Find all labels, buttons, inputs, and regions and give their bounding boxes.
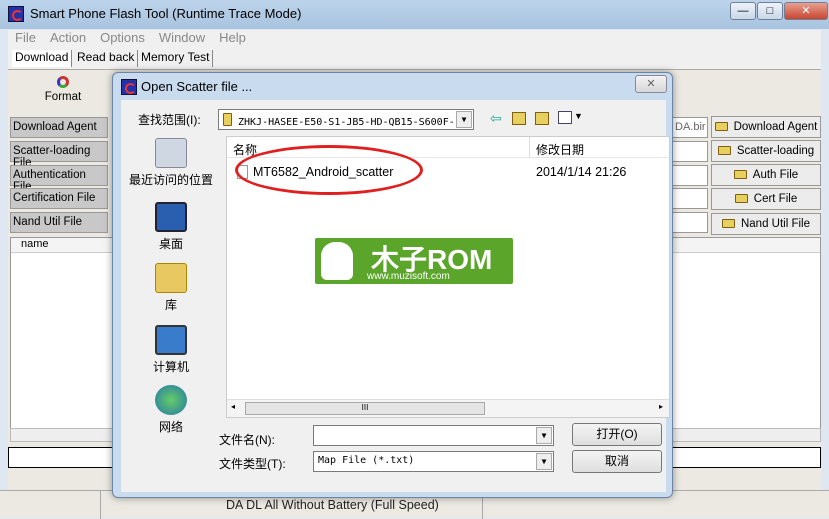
cancel-button[interactable]: 取消 [572,450,662,473]
app-icon [8,6,24,22]
menu-window[interactable]: Window [159,30,205,45]
dialog-body: 查找范围(I): ZHKJ-HASEE-E50-S1-JB5-HD-QB15-S… [121,100,670,492]
format-button[interactable]: Format [30,76,96,103]
new-folder-icon[interactable] [535,112,549,125]
label-download-agent: Download Agent [10,117,108,138]
button-label: Scatter-loading [736,145,815,157]
place-network[interactable]: 网络 [126,385,216,435]
label-scatter-loading: Scatter-loading File [10,141,108,169]
menu-bar: File Action Options Window Help [8,30,821,47]
tab-memory-test[interactable]: Memory Test [138,50,214,67]
desktop-icon [155,202,187,232]
watermark-logo: 木子ROM www.muzisoft.com [313,236,515,286]
menu-file[interactable]: File [15,30,36,45]
cert-path[interactable] [672,188,708,209]
library-icon [155,263,187,293]
scroll-left-icon[interactable]: ◂ [231,402,235,411]
look-in-label: 查找范围(I): [138,113,201,127]
recent-places-icon [155,138,187,168]
dialog-close-button[interactable]: ✕ [635,75,667,93]
tab-download[interactable]: Download [12,50,73,67]
button-label: Cert File [753,193,798,205]
place-computer[interactable]: 计算机 [126,325,216,375]
place-label: 网络 [158,420,183,434]
cert-file-button[interactable]: Cert File [711,188,821,210]
look-in-value: ZHKJ-HASEE-E50-S1-JB5-HD-QB15-S600F- [238,117,455,128]
tab-read-back[interactable]: Read back [74,50,139,67]
format-label: Format [44,91,82,103]
button-label: Nand Util File [740,218,811,230]
menu-action[interactable]: Action [50,30,86,45]
folder-icon [717,146,731,155]
dropdown-arrow-icon[interactable]: ▼ [536,453,552,470]
android-icon [321,242,353,280]
filetype-value: Map File (*.txt) [318,455,415,466]
folder-icon [714,122,728,131]
minimize-button[interactable]: — [730,2,756,20]
title-bar: Smart Phone Flash Tool (Runtime Trace Mo… [0,0,829,29]
view-menu-icon[interactable] [558,111,572,124]
place-library[interactable]: 库 [126,263,216,313]
label-certification: Certification File [10,188,108,209]
label-nand-util: Nand Util File [10,212,108,233]
nand-path[interactable] [672,212,708,233]
format-icon [57,76,69,88]
filetype-label: 文件类型(T): [219,457,286,471]
button-label: Download Agent [733,121,818,133]
scatter-loading-button[interactable]: Scatter-loading [711,140,821,162]
button-label: Auth File [752,169,799,181]
filetype-select[interactable]: Map File (*.txt) ▼ [313,451,554,472]
scroll-right-icon[interactable]: ▸ [659,402,663,411]
nand-util-file-button[interactable]: Nand Util File [711,213,821,235]
close-button[interactable]: ✕ [784,2,828,20]
place-recent[interactable]: 最近访问的位置 [126,138,216,188]
window-title: Smart Phone Flash Tool (Runtime Trace Mo… [30,6,302,21]
filename-input[interactable]: ▼ [313,425,554,446]
open-button[interactable]: 打开(O) [572,423,662,446]
auth-path[interactable] [672,165,708,186]
computer-icon [155,325,187,355]
file-modified: 2014/1/14 21:26 [536,165,627,179]
download-agent-path[interactable]: DA.bir [672,117,708,138]
network-icon [155,385,187,415]
up-folder-icon[interactable] [512,112,526,125]
view-menu-arrow-icon[interactable]: ▼ [574,111,583,121]
tab-bar: Download Read back Memory Test [8,47,821,70]
status-mode: DA DL All Without Battery (Full Speed) [226,498,439,512]
place-label: 计算机 [152,360,189,374]
maximize-button[interactable]: □ [757,2,783,20]
back-icon[interactable]: ⇦ [490,110,502,127]
watermark-url: www.muzisoft.com [367,271,450,282]
scroll-thumb[interactable]: III [245,402,485,415]
folder-icon [734,194,748,203]
highlight-ellipse [235,145,423,195]
place-desktop[interactable]: 桌面 [126,202,216,252]
folder-icon [223,113,232,126]
dropdown-arrow-icon[interactable]: ▼ [456,111,472,128]
folder-icon [721,219,735,228]
dialog-title: Open Scatter file ... [141,79,253,94]
column-modified-header[interactable]: 修改日期 [536,141,584,158]
scatter-path[interactable] [672,141,708,162]
menu-options[interactable]: Options [100,30,145,45]
folder-icon [733,170,747,179]
dropdown-arrow-icon[interactable]: ▼ [536,427,552,444]
auth-file-button[interactable]: Auth File [711,164,821,186]
place-label: 桌面 [158,237,183,251]
dialog-app-icon [121,79,137,95]
file-list-hscrollbar[interactable]: ◂ III ▸ [227,399,669,417]
look-in-combo[interactable]: ZHKJ-HASEE-E50-S1-JB5-HD-QB15-S600F- ▼ [218,109,474,130]
download-agent-button[interactable]: Download Agent [711,116,821,138]
place-label: 最近访问的位置 [128,173,213,187]
place-label: 库 [164,298,177,312]
menu-help[interactable]: Help [219,30,246,45]
filename-label: 文件名(N): [219,433,275,447]
label-authentication: Authentication File [10,165,108,193]
